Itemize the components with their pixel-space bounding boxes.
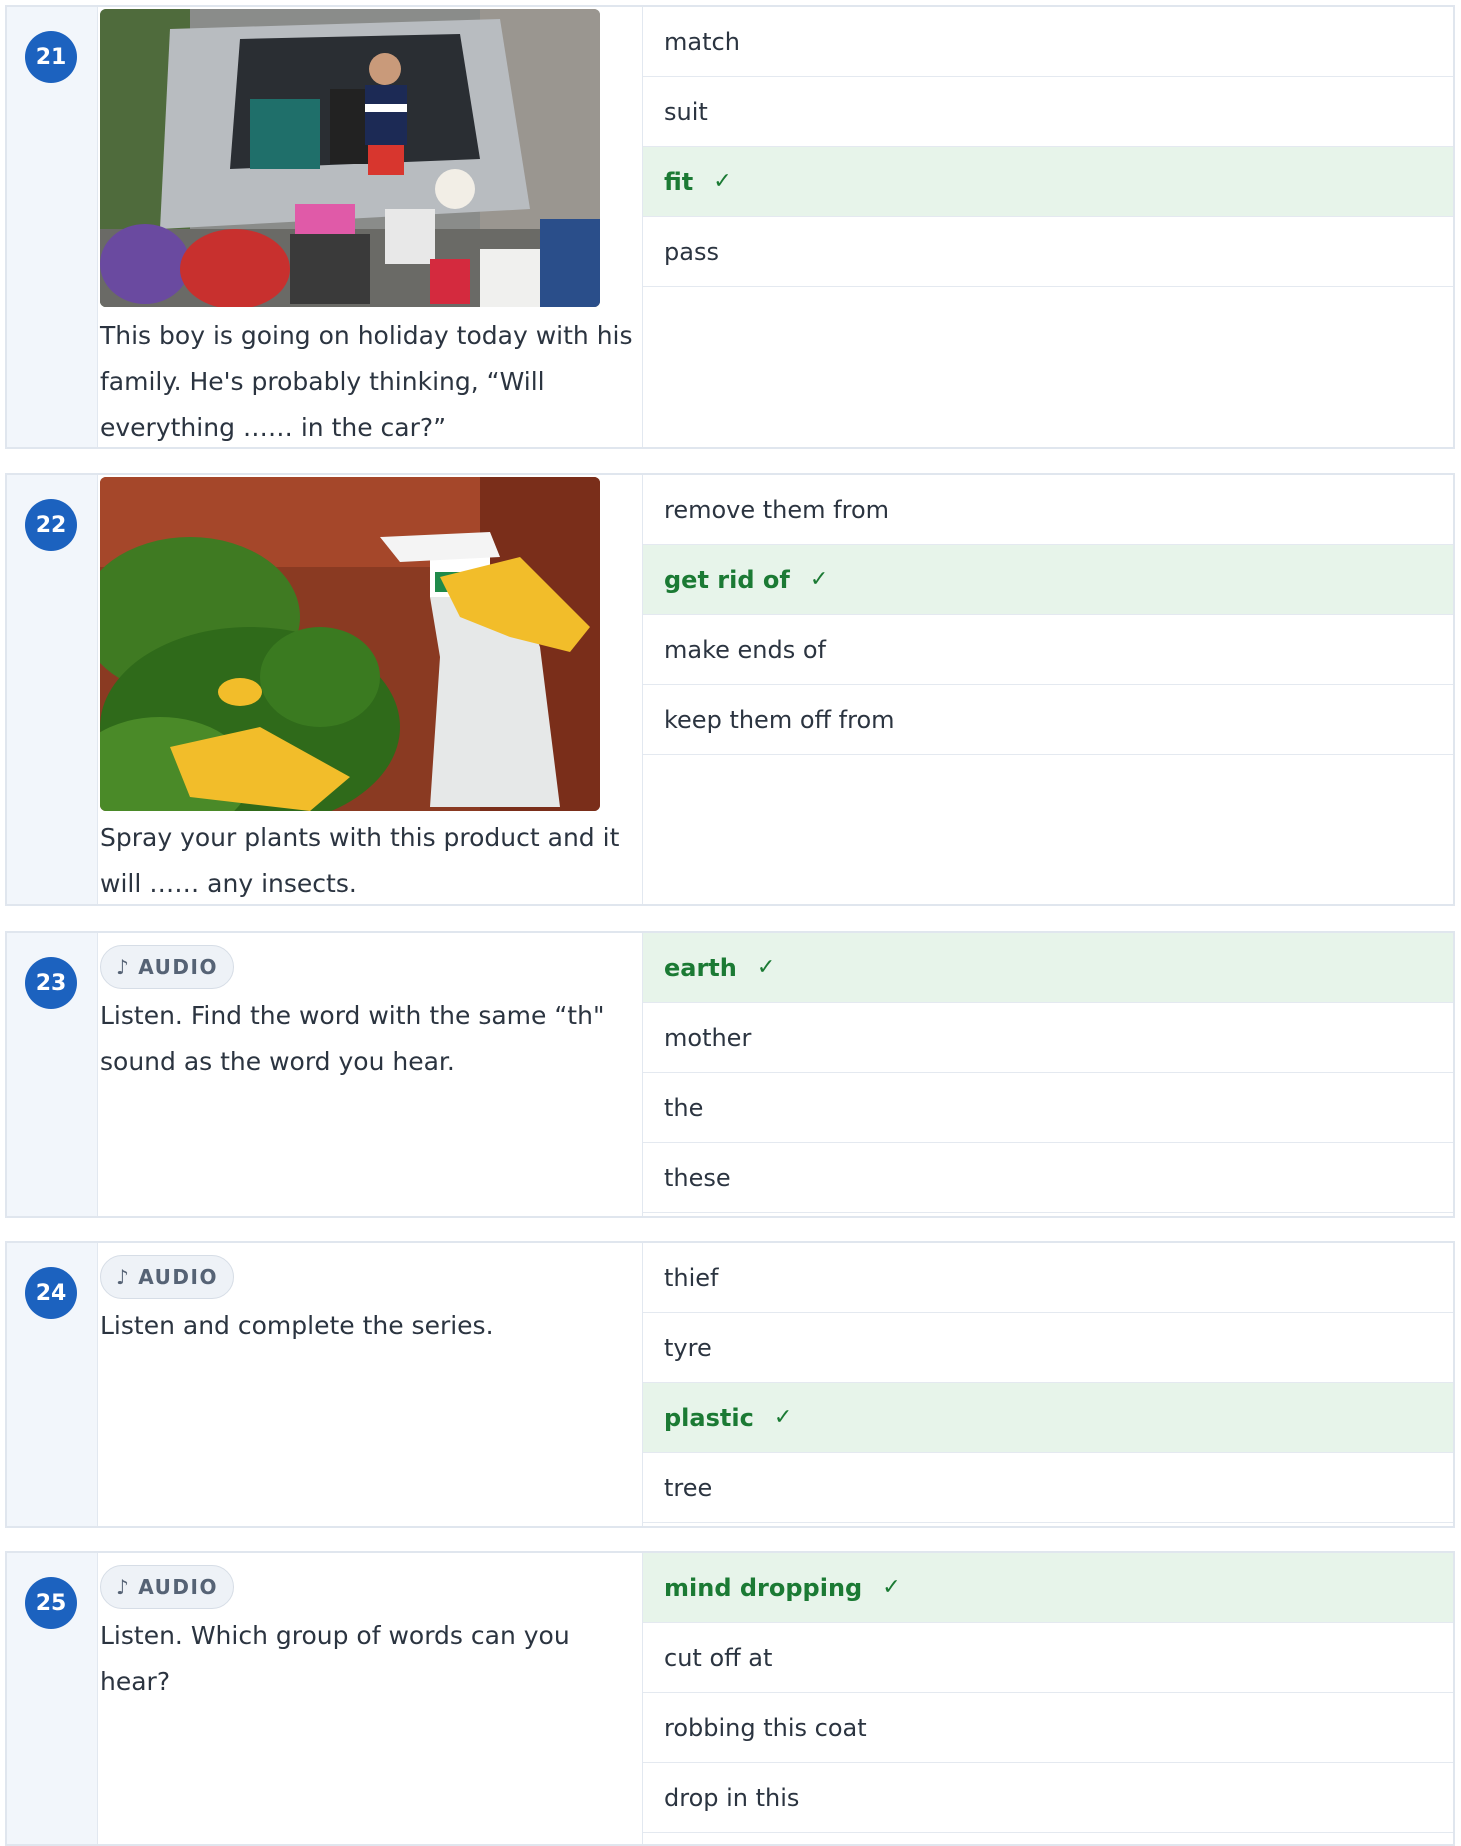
number-column: 24 (7, 1243, 98, 1526)
option-label: suit (664, 97, 708, 126)
question-text-line: Listen. Which group of words can you (100, 1621, 570, 1650)
question-number-badge: 21 (25, 31, 77, 83)
question-card-24: 24 ♪ AUDIO Listen and complete the serie… (5, 1241, 1455, 1528)
option-label: cut off at (664, 1643, 773, 1672)
option-label: drop in this (664, 1783, 800, 1812)
music-note-icon: ♪ (116, 1265, 131, 1289)
question-content: This boy is going on holiday today with … (98, 7, 643, 447)
option-label: match (664, 27, 740, 56)
answer-option[interactable]: remove them from (643, 475, 1453, 545)
option-label: make ends of (664, 635, 826, 664)
audio-play-button[interactable]: ♪ AUDIO (100, 945, 234, 989)
option-label: mind dropping (664, 1573, 863, 1602)
music-note-icon: ♪ (116, 1575, 131, 1599)
option-label: plastic (664, 1403, 754, 1432)
option-label: keep them off from (664, 705, 895, 734)
question-text: Listen. Which group of words can you hea… (100, 1613, 640, 1705)
question-text-line: Spray your plants with this product and … (100, 823, 620, 852)
answer-options: earth ✓ mother the these (643, 933, 1453, 1213)
check-icon: ✓ (713, 169, 732, 194)
option-label: tyre (664, 1333, 712, 1362)
question-number-badge: 23 (25, 957, 77, 1009)
check-icon: ✓ (809, 567, 829, 592)
answer-option-correct[interactable]: plastic ✓ (643, 1383, 1453, 1453)
option-label: earth (664, 953, 737, 982)
answer-option[interactable]: these (643, 1143, 1453, 1213)
number-column: 25 (7, 1553, 98, 1844)
option-label: get rid of (664, 565, 790, 594)
option-label: tree (664, 1473, 713, 1502)
question-text-line: sound as the word you hear. (100, 1047, 455, 1076)
question-image-car-packing (100, 9, 600, 307)
question-text: Listen and complete the series. (100, 1303, 640, 1349)
number-column: 21 (7, 7, 98, 447)
music-note-icon: ♪ (116, 955, 131, 979)
answer-option[interactable]: suit (643, 77, 1453, 147)
check-icon: ✓ (756, 955, 776, 980)
answer-option[interactable]: match (643, 7, 1453, 77)
answer-options: mind dropping ✓ cut off at robbing this c… (643, 1553, 1453, 1833)
check-icon: ✓ (882, 1575, 901, 1600)
answer-options: thief tyre plastic ✓ tree (643, 1243, 1453, 1523)
answer-option[interactable]: the (643, 1073, 1453, 1143)
question-text: This boy is going on holiday today with … (100, 313, 640, 451)
question-text-line: will …… any insects. (100, 869, 357, 898)
question-image-spray-bottle (100, 477, 600, 811)
option-label: pass (664, 237, 719, 266)
answer-option[interactable]: make ends of (643, 615, 1453, 685)
answer-option[interactable]: thief (643, 1243, 1453, 1313)
question-text-line: This boy is going on holiday today with … (100, 321, 633, 350)
answer-option[interactable]: pass (643, 217, 1453, 287)
audio-label: AUDIO (138, 1265, 218, 1289)
question-text: Spray your plants with this product and … (100, 815, 640, 907)
audio-label: AUDIO (138, 955, 218, 979)
option-label: robbing this coat (664, 1713, 867, 1742)
question-card-23: 23 ♪ AUDIO Listen. Find the word with th… (5, 931, 1455, 1218)
answer-option[interactable]: robbing this coat (643, 1693, 1453, 1763)
audio-play-button[interactable]: ♪ AUDIO (100, 1565, 234, 1609)
answer-option[interactable]: tree (643, 1453, 1453, 1523)
question-text-line: everything …… in the car?” (100, 413, 447, 442)
answer-option[interactable]: drop in this (643, 1763, 1453, 1833)
answer-option-correct[interactable]: mind dropping ✓ (643, 1553, 1453, 1623)
question-card-22: 22 Spray your plants with this product a… (5, 473, 1455, 906)
question-card-21: 21 This boy is going on holiday today wi… (5, 5, 1455, 449)
answer-option[interactable]: cut off at (643, 1623, 1453, 1693)
option-label: remove them from (664, 495, 890, 524)
answer-options: remove them from get rid of ✓ make ends o… (643, 475, 1453, 755)
answer-option[interactable]: tyre (643, 1313, 1453, 1383)
number-column: 23 (7, 933, 98, 1216)
question-text-line: hear? (100, 1667, 171, 1696)
answer-option-correct[interactable]: get rid of ✓ (643, 545, 1453, 615)
question-content: ♪ AUDIO Listen. Find the word with the s… (98, 933, 643, 1216)
question-content: ♪ AUDIO Listen and complete the series. (98, 1243, 643, 1526)
audio-play-button[interactable]: ♪ AUDIO (100, 1255, 234, 1299)
question-content: Spray your plants with this product and … (98, 475, 643, 904)
check-icon: ✓ (773, 1405, 793, 1430)
question-number-badge: 22 (25, 499, 77, 551)
question-text-line: Listen. Find the word with the same “th" (100, 1001, 605, 1030)
number-column: 22 (7, 475, 98, 904)
option-label: fit (664, 167, 694, 196)
question-content: ♪ AUDIO Listen. Which group of words can… (98, 1553, 643, 1844)
option-label: mother (664, 1023, 752, 1052)
question-card-25: 25 ♪ AUDIO Listen. Which group of words … (5, 1551, 1455, 1846)
question-number-badge: 24 (25, 1267, 77, 1319)
audio-label: AUDIO (138, 1575, 218, 1599)
answer-option[interactable]: keep them off from (643, 685, 1453, 755)
answer-option[interactable]: mother (643, 1003, 1453, 1073)
option-label: these (664, 1163, 731, 1192)
option-label: thief (664, 1263, 719, 1292)
answer-option-correct[interactable]: fit ✓ (643, 147, 1453, 217)
question-text: Listen. Find the word with the same “th"… (100, 993, 640, 1085)
question-text-line: Listen and complete the series. (100, 1311, 494, 1340)
option-label: the (664, 1093, 704, 1122)
answer-options: match suit fit ✓ pass (643, 7, 1453, 287)
question-text-line: family. He's probably thinking, “Will (100, 367, 545, 396)
question-number-badge: 25 (25, 1577, 77, 1629)
answer-option-correct[interactable]: earth ✓ (643, 933, 1453, 1003)
